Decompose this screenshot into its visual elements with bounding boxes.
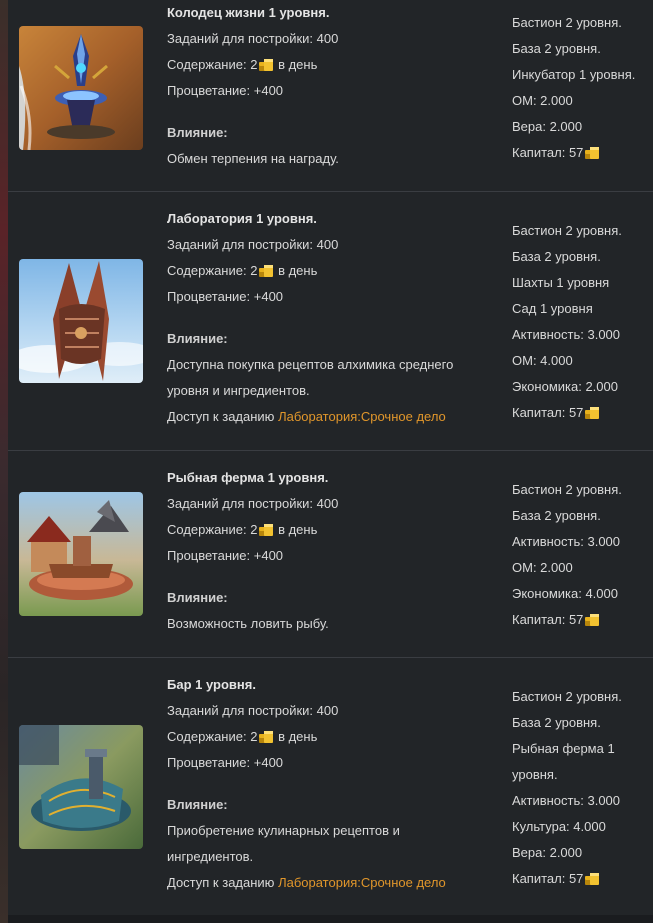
building-tasks: Заданий для постройки: 400 <box>167 703 339 718</box>
building-prosperity: Процветание: +400 <box>167 548 284 563</box>
requirement-item: Культура: 4.000 <box>512 819 606 834</box>
requirement-item: ОМ: 2.000 <box>512 93 573 108</box>
building-title: Колодец жизни 1 уровня. <box>167 5 330 20</box>
quest-access: Доступ к заданию Лаборатория:Срочное дел… <box>167 870 487 896</box>
building-row-well: Колодец жизни 1 уровня. Заданий для пост… <box>8 0 653 190</box>
requirement-item: ОМ: 4.000 <box>512 353 573 368</box>
requirement-item: База 2 уровня. <box>512 508 601 523</box>
quest-access: Доступ к заданию Лаборатория:Срочное дел… <box>167 404 487 430</box>
quest-access-label: Доступ к заданию <box>167 875 275 890</box>
building-prosperity: Процветание: +400 <box>167 83 284 98</box>
requirements-list: Бастион 2 уровня. База 2 уровня. Активно… <box>512 477 652 633</box>
requirements-list: Бастион 2 уровня. База 2 уровня. Шахты 1… <box>512 218 652 426</box>
upkeep-suffix: в день <box>278 263 318 278</box>
requirement-item: База 2 уровня. <box>512 715 601 730</box>
capital-label: Капитал: 57 <box>512 405 584 420</box>
building-row-laboratory: Лаборатория 1 уровня. Заданий для постро… <box>8 192 653 450</box>
requirement-item: Экономика: 4.000 <box>512 586 618 601</box>
requirement-capital: Капитал: 57 <box>512 607 652 633</box>
building-title: Рыбная ферма 1 уровня. <box>167 470 329 485</box>
upkeep-suffix: в день <box>278 522 318 537</box>
requirement-item: Бастион 2 уровня. <box>512 15 622 30</box>
requirement-item: Сад 1 уровня <box>512 301 593 316</box>
building-tasks: Заданий для постройки: 400 <box>167 31 339 46</box>
gold-coin-icon <box>258 729 274 744</box>
bar-icon <box>19 725 143 849</box>
gold-coin-icon <box>258 57 274 72</box>
requirement-capital: Капитал: 57 <box>512 140 652 166</box>
requirement-item: Вера: 2.000 <box>512 845 583 860</box>
building-row-fish-farm: Рыбная ферма 1 уровня. Заданий для постр… <box>8 451 653 657</box>
well-of-life-icon <box>19 26 143 150</box>
upkeep-suffix: в день <box>278 57 318 72</box>
requirement-item: Бастион 2 уровня. <box>512 482 622 497</box>
building-row-bar: Бар 1 уровня. Заданий для постройки: 400… <box>8 658 653 915</box>
requirement-item: Экономика: 2.000 <box>512 379 618 394</box>
capital-label: Капитал: 57 <box>512 612 584 627</box>
quest-link-laboratory-urgent[interactable]: Лаборатория:Срочное дело <box>278 409 446 424</box>
upkeep-label: Содержание: 2 <box>167 522 258 537</box>
quest-link-laboratory-urgent[interactable]: Лаборатория:Срочное дело <box>278 875 446 890</box>
influence-text: Приобретение кулинарных рецептов и ингре… <box>167 823 400 864</box>
influence-heading: Влияние: <box>167 797 228 812</box>
requirement-item: Вера: 2.000 <box>512 119 583 134</box>
requirement-item: ОМ: 2.000 <box>512 560 573 575</box>
building-upkeep: Содержание: 2 в день <box>167 517 487 543</box>
gold-coin-icon <box>584 612 600 627</box>
building-title: Лаборатория 1 уровня. <box>167 211 317 226</box>
building-title: Бар 1 уровня. <box>167 677 256 692</box>
gold-coin-icon <box>584 405 600 420</box>
requirements-list: Бастион 2 уровня. База 2 уровня. Рыбная … <box>512 684 652 892</box>
requirement-item: Бастион 2 уровня. <box>512 223 622 238</box>
requirement-capital: Капитал: 57 <box>512 400 652 426</box>
influence-heading: Влияние: <box>167 590 228 605</box>
requirement-item: Активность: 3.000 <box>512 534 621 549</box>
quest-access-label: Доступ к заданию <box>167 409 275 424</box>
background-edge <box>0 0 8 923</box>
gold-coin-icon <box>584 871 600 886</box>
capital-label: Капитал: 57 <box>512 145 584 160</box>
gold-coin-icon <box>258 263 274 278</box>
buildings-panel: Колодец жизни 1 уровня. Заданий для пост… <box>8 0 653 915</box>
requirement-item: Шахты 1 уровня <box>512 275 610 290</box>
influence-heading: Влияние: <box>167 125 228 140</box>
requirements-list: Бастион 2 уровня. База 2 уровня. Инкубат… <box>512 10 652 166</box>
requirement-item: База 2 уровня. <box>512 249 601 264</box>
requirement-capital: Капитал: 57 <box>512 866 652 892</box>
building-prosperity: Процветание: +400 <box>167 755 284 770</box>
upkeep-label: Содержание: 2 <box>167 729 258 744</box>
requirement-item: База 2 уровня. <box>512 41 601 56</box>
influence-heading: Влияние: <box>167 331 228 346</box>
building-upkeep: Содержание: 2 в день <box>167 724 487 750</box>
building-upkeep: Содержание: 2 в день <box>167 258 487 284</box>
building-tasks: Заданий для постройки: 400 <box>167 237 339 252</box>
laboratory-icon <box>19 259 143 383</box>
building-upkeep: Содержание: 2 в день <box>167 52 487 78</box>
influence-text: Доступна покупка рецептов алхимика средн… <box>167 357 454 398</box>
requirement-item: Бастион 2 уровня. <box>512 689 622 704</box>
gold-coin-icon <box>584 145 600 160</box>
requirement-item: Активность: 3.000 <box>512 327 621 342</box>
influence-text: Обмен терпения на награду. <box>167 151 339 166</box>
fish-farm-icon <box>19 492 143 616</box>
upkeep-label: Содержание: 2 <box>167 57 258 72</box>
building-tasks: Заданий для постройки: 400 <box>167 496 339 511</box>
upkeep-suffix: в день <box>278 729 318 744</box>
influence-text: Возможность ловить рыбу. <box>167 616 329 631</box>
capital-label: Капитал: 57 <box>512 871 584 886</box>
building-prosperity: Процветание: +400 <box>167 289 284 304</box>
upkeep-label: Содержание: 2 <box>167 263 258 278</box>
gold-coin-icon <box>258 522 274 537</box>
requirement-item: Активность: 3.000 <box>512 793 621 808</box>
requirement-item: Инкубатор 1 уровня. <box>512 67 636 82</box>
requirement-item: Рыбная ферма 1 уровня. <box>512 741 615 782</box>
